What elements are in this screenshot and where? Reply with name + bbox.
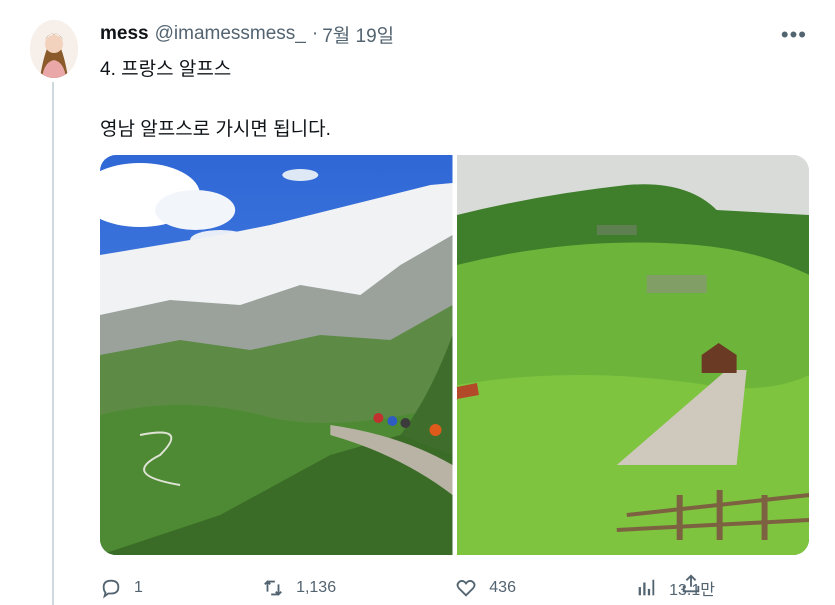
share-button[interactable] [680,573,702,600]
alps-mountain-bikers-photo[interactable] [100,155,453,555]
more-options-icon[interactable]: ••• [781,22,807,48]
tweet-header: mess @imamessmess_ · 7월 19일 [100,21,805,48]
author-name[interactable]: mess [100,23,149,45]
tweet-actions: 1 1,136 436 13.1만 [100,573,715,603]
tweet-media [100,155,809,555]
views-button[interactable]: 13.1만 [635,576,715,600]
green-hillside-photo[interactable] [456,155,809,555]
retweet-icon [264,580,282,596]
author-handle[interactable]: @imamessmess_ [155,23,306,45]
retweet-button[interactable]: 1,136 [262,577,336,599]
retweet-count: 1,136 [296,579,337,596]
like-count: 436 [489,579,516,596]
reply-button[interactable]: 1 [100,577,143,599]
views-chart-icon [638,579,655,596]
share-icon [682,574,700,593]
heart-icon [456,580,476,597]
tweet-text-line2: 영남 알프스로 가시면 됩니다. [100,119,331,140]
reply-icon [102,579,120,599]
thread-line [52,82,54,605]
avatar[interactable] [30,20,78,78]
reply-count: 1 [134,579,143,596]
tweet-text-line1: 4. 프랑스 알프스 [100,59,232,80]
like-button[interactable]: 436 [455,577,516,599]
tweet-date[interactable]: 7월 19일 [322,21,394,48]
separator: · [311,23,319,44]
